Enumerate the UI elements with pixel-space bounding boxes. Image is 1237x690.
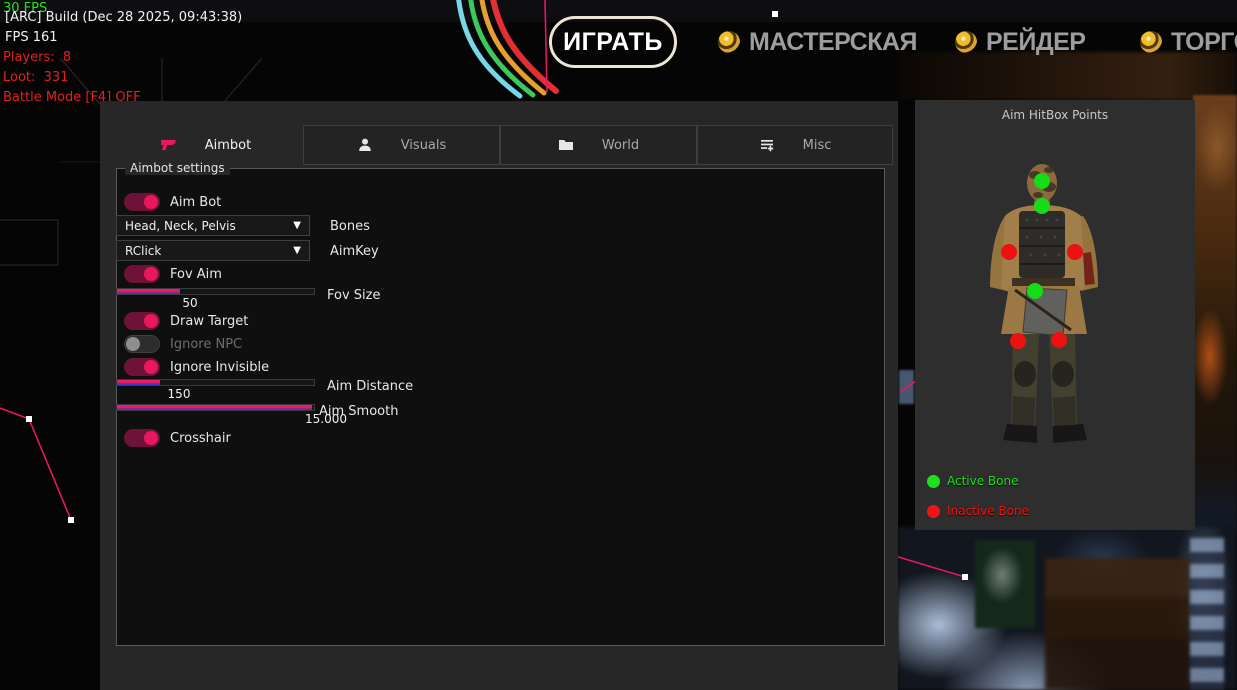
- aim-hitbox-panel: Aim HitBox Points: [915, 100, 1195, 530]
- crates: [1045, 558, 1190, 690]
- hitbox-dot-left-shoulder[interactable]: [1001, 244, 1017, 260]
- crosshair-row: Crosshair: [124, 429, 160, 447]
- inactive-bone-dot-icon: [927, 505, 940, 518]
- legend-label: Active Bone: [947, 474, 1019, 488]
- menu-item-workshop[interactable]: МАСТЕРСКАЯ: [718, 28, 917, 56]
- crosshair-toggle[interactable]: [124, 429, 160, 447]
- aim-bot-label: Aim Bot: [170, 195, 221, 210]
- folder-icon: [558, 137, 574, 153]
- tab-misc[interactable]: Misc: [697, 125, 893, 165]
- ignore-invisible-label: Ignore Invisible: [170, 360, 269, 375]
- draw-target-label: Draw Target: [170, 314, 248, 329]
- tab-visuals[interactable]: Visuals: [303, 125, 500, 165]
- menu-item-trader[interactable]: ТОРГО: [1140, 28, 1237, 56]
- coin-icon: [1140, 31, 1162, 53]
- toggle-knob: [144, 195, 158, 209]
- toggle-knob: [144, 431, 158, 445]
- ignore-invisible-row: Ignore Invisible: [124, 358, 160, 376]
- toggle-knob: [144, 360, 158, 374]
- aimkey-dropdown-value: RClick: [125, 244, 161, 258]
- screen: 30 FPS [ARC] Build (Dec 28 2025, 09:43:3…: [0, 0, 1237, 690]
- tab-label: Aimbot: [205, 138, 251, 153]
- menu-item-label: РЕЙДЕР: [986, 28, 1085, 57]
- toggle-knob: [126, 337, 140, 351]
- draw-target-toggle[interactable]: [124, 312, 160, 330]
- menu-item-label: ТОРГО: [1171, 28, 1237, 57]
- aim-distance-value: 150: [149, 387, 209, 401]
- fov-aim-label: Fov Aim: [170, 267, 222, 282]
- cheat-window: Aimbot Visuals World: [100, 101, 898, 690]
- legend-inactive-bone: Inactive Bone: [927, 504, 1029, 518]
- legend-active-bone: Active Bone: [927, 474, 1019, 488]
- aimkey-label: AimKey: [330, 244, 379, 259]
- chevron-down-icon: ▼: [293, 220, 301, 231]
- slider-fill: [117, 289, 180, 294]
- legend-label: Inactive Bone: [947, 504, 1029, 518]
- aim-smooth-value: 15.000: [296, 412, 356, 426]
- aimbot-controls: Aim Bot Head, Neck, Pelvis ▼ Bones RClic…: [116, 168, 885, 646]
- playlist-add-icon: [759, 137, 775, 153]
- blue-object: [899, 370, 914, 404]
- lit-shelf: [1190, 538, 1224, 690]
- rock-background-right: [1193, 95, 1237, 531]
- fov-size-slider[interactable]: [116, 288, 315, 295]
- ignore-invisible-toggle[interactable]: [124, 358, 160, 376]
- draw-target-row: Draw Target: [124, 312, 160, 330]
- rock-background-top: [898, 52, 1237, 100]
- hitbox-dot-head[interactable]: [1034, 173, 1050, 189]
- hud-build-info: [ARC] Build (Dec 28 2025, 09:43:38): [5, 11, 242, 24]
- tab-aimbot[interactable]: Aimbot: [108, 125, 303, 165]
- play-button-label: ИГРАТЬ: [563, 28, 663, 57]
- ignore-npc-toggle[interactable]: [124, 335, 160, 353]
- toggle-knob: [144, 267, 158, 281]
- aimkey-dropdown[interactable]: RClick ▼: [116, 240, 310, 261]
- hitbox-dot-neck[interactable]: [1034, 198, 1050, 214]
- play-button[interactable]: ИГРАТЬ: [549, 16, 677, 68]
- hitbox-dot-right-shoulder[interactable]: [1067, 244, 1083, 260]
- hitbox-panel-title: Aim HitBox Points: [915, 108, 1195, 122]
- bones-label: Bones: [330, 219, 370, 234]
- aim-bot-row: Aim Bot: [124, 193, 160, 211]
- chevron-down-icon: ▼: [293, 245, 301, 256]
- tab-label: Misc: [803, 138, 832, 153]
- slider-fill: [117, 405, 312, 410]
- hud-players-count: Players: 8: [3, 51, 71, 64]
- pistol-icon: [160, 137, 177, 153]
- fov-aim-toggle[interactable]: [124, 265, 160, 283]
- fov-aim-row: Fov Aim: [124, 265, 160, 283]
- coin-icon: [718, 31, 740, 53]
- hitbox-dot-right-thigh[interactable]: [1051, 332, 1067, 348]
- aim-distance-slider[interactable]: [116, 379, 315, 386]
- tab-label: World: [602, 138, 639, 153]
- bones-dropdown-value: Head, Neck, Pelvis: [125, 219, 236, 233]
- hitbox-dot-pelvis[interactable]: [1027, 283, 1043, 299]
- crosshair-label: Crosshair: [170, 431, 231, 446]
- fov-size-value: 50: [160, 296, 220, 310]
- person-icon: [357, 137, 373, 153]
- slider-fill: [117, 380, 160, 385]
- toggle-knob: [144, 314, 158, 328]
- active-bone-dot-icon: [927, 475, 940, 488]
- menu-item-label: МАСТЕРСКАЯ: [749, 28, 917, 57]
- hitbox-dot-left-thigh[interactable]: [1010, 333, 1026, 349]
- hud-loot-count: Loot: 331: [3, 71, 68, 84]
- aim-smooth-slider[interactable]: [116, 404, 315, 411]
- menu-item-raider[interactable]: РЕЙДЕР: [955, 28, 1085, 56]
- tab-label: Visuals: [401, 138, 447, 153]
- hud-fps-counter: FPS 161: [5, 31, 58, 44]
- ignore-npc-label: Ignore NPC: [170, 337, 242, 352]
- tab-world[interactable]: World: [500, 125, 697, 165]
- aim-bot-toggle[interactable]: [124, 193, 160, 211]
- aim-distance-label: Aim Distance: [327, 379, 413, 394]
- green-sign: [975, 540, 1035, 628]
- bones-dropdown[interactable]: Head, Neck, Pelvis ▼: [116, 215, 310, 236]
- fov-size-label: Fov Size: [327, 288, 380, 303]
- ignore-npc-row: Ignore NPC: [124, 335, 160, 353]
- coin-icon: [955, 31, 977, 53]
- player-model-preview: [975, 158, 1115, 454]
